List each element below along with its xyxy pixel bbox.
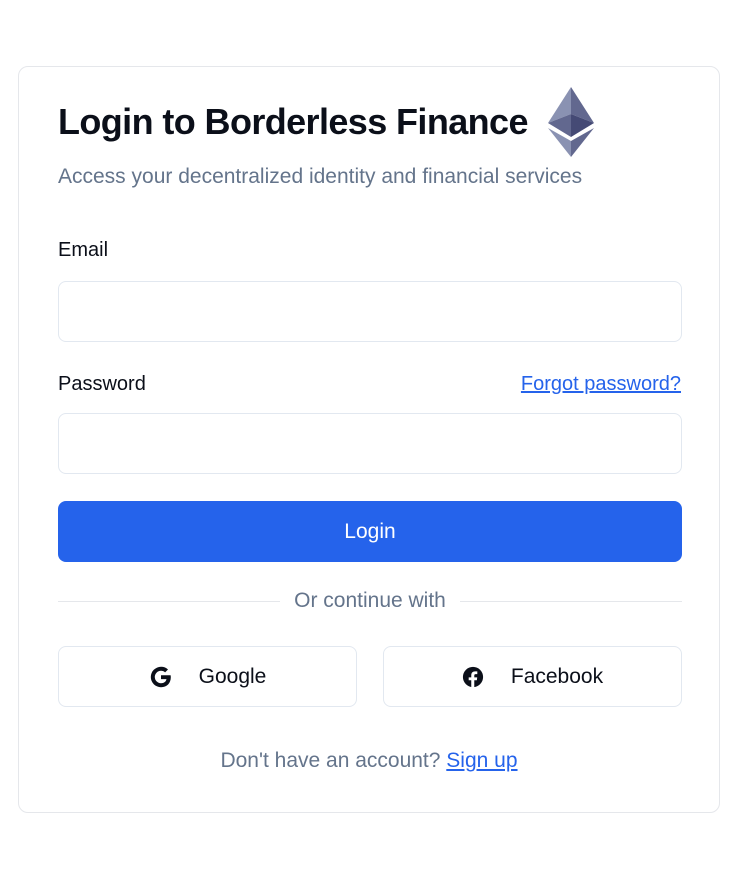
signup-prompt: Don't have an account?	[220, 749, 441, 772]
signup-link[interactable]: Sign up	[446, 749, 517, 772]
google-login-button[interactable]: Google	[58, 646, 357, 707]
login-button[interactable]: Login	[58, 501, 682, 562]
email-label: Email	[58, 239, 109, 261]
facebook-button-label: Facebook	[510, 664, 604, 688]
facebook-login-button[interactable]: Facebook	[383, 646, 682, 707]
ethereum-logo-icon	[547, 87, 594, 157]
title-row: Login to Borderless Finance	[58, 87, 594, 157]
google-icon	[150, 666, 171, 687]
page-subtitle: Access your decentralized identity and f…	[58, 165, 583, 188]
login-card: Login to Borderless Finance Access your …	[18, 66, 720, 813]
email-field[interactable]	[58, 281, 682, 342]
or-divider: Or continue with	[58, 589, 682, 613]
divider-line-left	[58, 600, 281, 602]
google-button-label: Google	[198, 664, 267, 688]
facebook-icon	[462, 666, 483, 688]
page-title: Login to Borderless Finance	[58, 101, 528, 142]
divider-line-right	[459, 600, 682, 602]
signup-row: Don't have an account? Sign up	[19, 749, 719, 773]
password-label: Password	[58, 373, 146, 395]
password-field[interactable]	[58, 413, 682, 474]
forgot-password-link[interactable]: Forgot password?	[521, 373, 681, 396]
divider-text: Or continue with	[294, 589, 446, 612]
